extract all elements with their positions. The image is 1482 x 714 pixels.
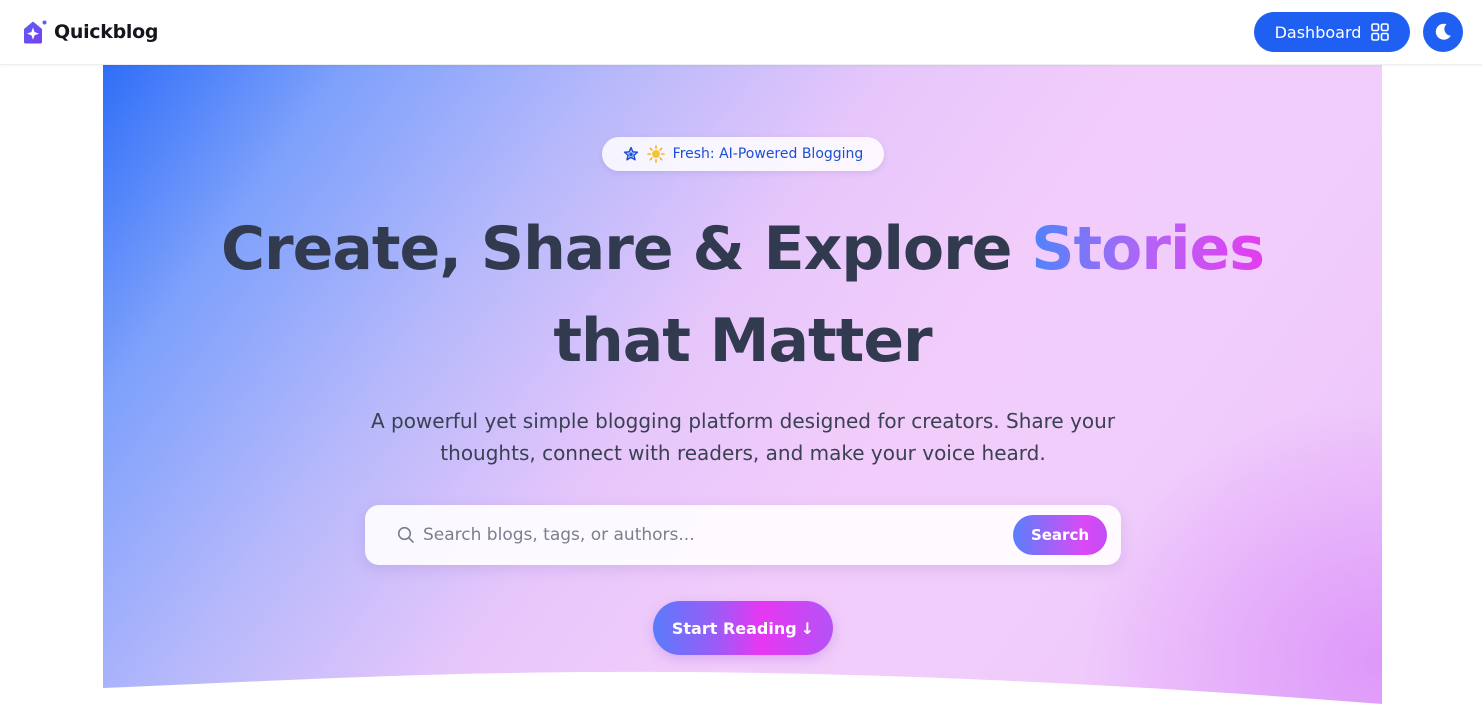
search-bar: Search [365,505,1121,565]
hero-subtext: A powerful yet simple blogging platform … [370,409,1116,465]
brand[interactable]: Quickblog [22,19,158,45]
feature-badge: Fresh: AI-Powered Blogging [602,137,884,171]
start-reading-button[interactable]: Start Reading ↓ [653,601,833,655]
search-button[interactable]: Search [1013,515,1107,555]
hero-section: Fresh: AI-Powered Blogging Create, Share… [103,65,1382,714]
brand-name: Quickblog [54,21,159,43]
moon-icon [1435,23,1451,40]
theme-toggle-button[interactable] [1423,12,1463,52]
search-input[interactable] [423,519,1003,551]
headline-part1: Create, Share & Explore [221,214,1032,284]
navbar: Quickblog Dashboard [0,0,1482,65]
dashboard-label: Dashboard [1274,22,1362,42]
badge-text: Fresh: AI-Powered Blogging [672,146,864,162]
hero-headline: Create, Share & Explore Stories that Mat… [103,203,1382,387]
grid-icon [1371,23,1390,41]
sun-icon [646,145,665,163]
sparkle-house-icon [24,20,47,44]
dashboard-button[interactable]: Dashboard [1254,12,1410,52]
arrow-down-icon: ↓ [800,618,815,638]
start-reading-label: Start Reading [671,618,797,638]
star-icon [623,146,639,162]
hero-wave-divider [103,671,1382,714]
headline-line2: that Matter [553,306,932,376]
search-icon [397,526,414,543]
headline-highlight: Stories [1031,214,1265,284]
